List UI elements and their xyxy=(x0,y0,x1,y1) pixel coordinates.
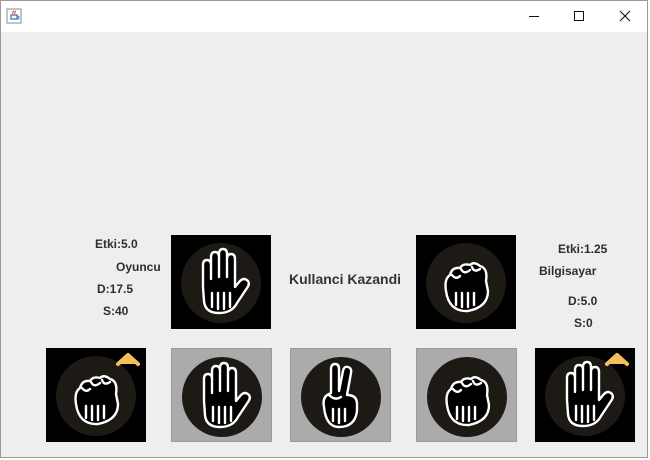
title-bar[interactable] xyxy=(1,1,647,32)
selected-chevron-icon xyxy=(116,353,140,366)
card-3-scissors[interactable] xyxy=(290,348,391,442)
java-cup-icon[interactable] xyxy=(6,8,22,24)
minimize-button[interactable] xyxy=(511,1,557,32)
computer-etki-label: Etki:1.25 xyxy=(558,242,608,256)
player-etki-label: Etki:5.0 xyxy=(95,237,138,251)
maximize-icon xyxy=(574,11,584,21)
paper-hand-icon xyxy=(180,355,264,439)
computer-name-label: Bilgisayar xyxy=(539,264,597,278)
rock-hand-icon xyxy=(425,355,509,439)
paper-hand-icon xyxy=(543,353,629,438)
computer-chosen-card xyxy=(416,235,516,329)
player-name-label: Oyuncu xyxy=(116,260,161,274)
player-chosen-card xyxy=(171,235,271,329)
computer-d-label: D:5.0 xyxy=(568,294,598,308)
close-icon xyxy=(619,10,631,22)
close-button[interactable] xyxy=(602,1,647,32)
card-5-paper[interactable] xyxy=(535,348,635,442)
maximize-button[interactable] xyxy=(556,1,602,32)
card-2-paper[interactable] xyxy=(171,348,272,442)
paper-hand-icon xyxy=(179,241,263,325)
scissors-hand-icon xyxy=(299,355,383,439)
computer-s-label: S:0 xyxy=(574,316,593,330)
card-1-rock[interactable] xyxy=(46,348,146,442)
rock-hand-icon xyxy=(54,353,140,438)
game-window: Etki:5.0 Oyuncu D:17.5 S:40 Kullanci Kaz… xyxy=(0,0,648,458)
player-d-label: D:17.5 xyxy=(97,282,134,296)
player-s-label: S:40 xyxy=(103,304,129,318)
result-label: Kullanci Kazandi xyxy=(289,271,402,287)
rock-hand-icon xyxy=(424,241,508,325)
selected-chevron-icon xyxy=(605,353,629,366)
minimize-icon xyxy=(529,16,539,17)
game-area: Etki:5.0 Oyuncu D:17.5 S:40 Kullanci Kaz… xyxy=(1,32,647,457)
card-4-rock[interactable] xyxy=(416,348,517,442)
